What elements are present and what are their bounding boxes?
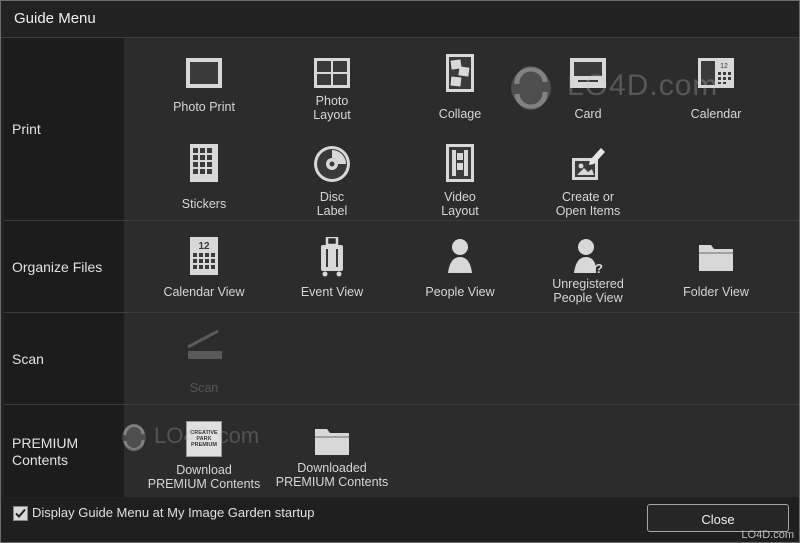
calendar-view-button[interactable]: 12 Calendar View [144,237,264,299]
section-print: Print Photo Print Photo Layout Collage C… [4,38,799,221]
stickers-button[interactable]: Stickers [144,144,264,211]
people-view-label: People View [425,285,495,299]
section-label-organize-files: Organize Files [12,259,103,275]
watermark-logo-icon [122,424,146,452]
watermark-secondary: LO4D.com [120,423,260,452]
close-button[interactable]: Close [647,504,789,532]
title-bar: Guide Menu [1,1,799,38]
photo-layout-button[interactable]: Photo Layout [272,54,392,122]
disc-label-button[interactable]: Disc Label [272,144,392,218]
people-view-button[interactable]: People View [400,237,520,299]
calendar-view-label: Calendar View [163,285,245,299]
svg-text:12: 12 [720,63,728,70]
calendar-view-icon: 12 [190,237,218,275]
unregistered-people-view-button[interactable]: ? Unregistered People View [528,237,648,305]
section-premium-contents: PREMIUM Contents CREATIVE PARK PREMIUM D… [4,405,799,497]
section-scan: Scan Scan [4,313,799,405]
create-open-items-button[interactable]: Create or Open Items [528,144,648,218]
luggage-icon [321,237,343,277]
stickers-icon [190,144,218,182]
scan-label: Scan [189,381,219,395]
create-items-icon [572,148,605,180]
startup-checkbox-label[interactable]: Display Guide Menu at My Image Garden st… [32,505,315,520]
startup-checkbox[interactable] [13,506,28,521]
folder-view-label: Folder View [683,285,749,299]
checkmark-icon [15,508,26,518]
folder-icon [699,245,733,271]
scanner-icon [187,329,222,359]
section-organize-files: Organize Files 12 Calendar View Event Vi… [4,221,799,313]
collage-button[interactable]: Collage [400,54,520,121]
photo-layout-label: Photo Layout [313,94,351,122]
footer: Display Guide Menu at My Image Garden st… [1,498,799,542]
unregistered-people-view-label: Unregistered People View [552,277,624,305]
download-premium-contents-label: Download PREMIUM Contents [147,463,261,491]
photo-print-icon [186,58,222,88]
section-label-scan: Scan [12,351,44,367]
event-view-button[interactable]: Event View [272,237,392,299]
scan-button: Scan [144,327,264,395]
unregistered-person-icon: ? [574,239,603,276]
watermark-logo-icon [511,66,551,110]
collage-icon [446,54,474,92]
event-view-label: Event View [300,285,364,299]
watermark-main: LO4D.com [507,64,718,110]
photo-print-label: Photo Print [173,100,235,114]
svg-text:?: ? [595,261,603,276]
folder-icon [315,429,349,455]
person-icon [448,239,472,273]
guide-menu-window: Guide Menu Print Photo Print Photo Layou… [0,0,800,543]
watermark-corner-text: LO4D.com [741,529,794,541]
video-layout-label: Video Layout [441,190,479,218]
section-label-premium-contents: PREMIUM Contents [12,435,79,468]
window-title: Guide Menu [14,10,96,27]
video-layout-button[interactable]: Video Layout [400,144,520,218]
stickers-label: Stickers [181,197,227,211]
section-label-print: Print [12,121,41,137]
photo-layout-icon [314,58,350,88]
downloaded-premium-contents-button[interactable]: Downloaded PREMIUM Contents [272,421,392,489]
svg-text:12: 12 [198,241,210,252]
watermark-corner: LO4D.com [741,529,794,541]
downloaded-premium-contents-label: Downloaded PREMIUM Contents [275,461,389,489]
disc-icon [314,146,350,182]
video-layout-icon [446,144,474,182]
photo-print-button[interactable]: Photo Print [144,54,264,114]
disc-label-label: Disc Label [316,190,348,218]
watermark-secondary-text: LO4D.com [154,423,260,448]
collage-label: Collage [438,107,482,121]
create-open-items-label: Create or Open Items [555,190,621,218]
folder-view-button[interactable]: Folder View [656,237,776,299]
watermark-text: LO4D.com [567,68,719,102]
